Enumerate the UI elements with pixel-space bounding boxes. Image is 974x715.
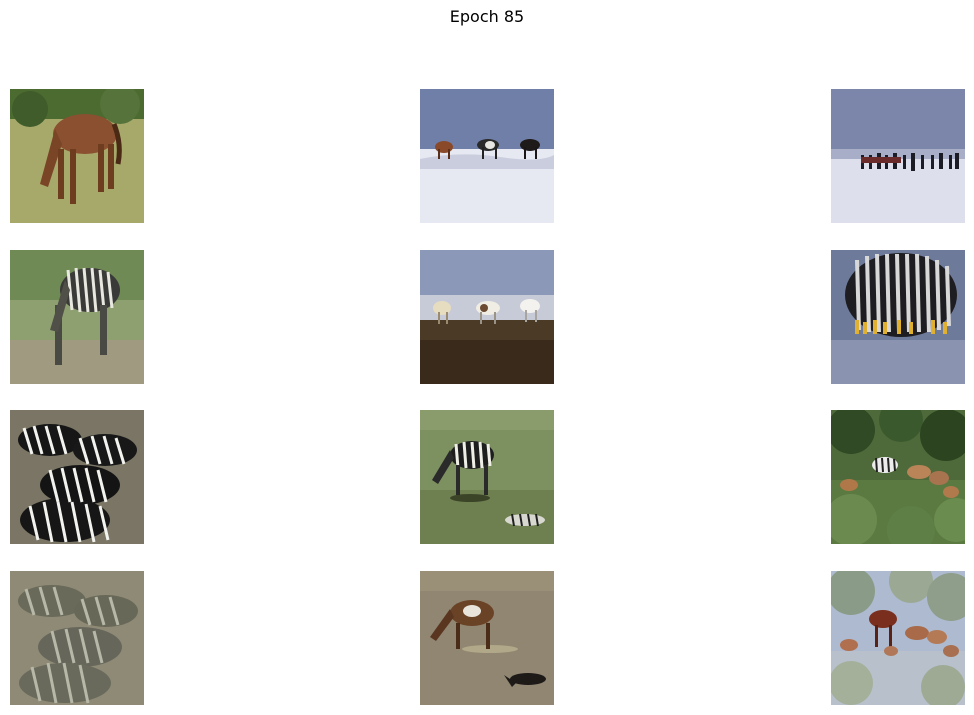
image-tile-r1-c2 <box>420 89 554 223</box>
figure-title: Epoch 85 <box>449 7 525 26</box>
image-tile-r2-c1 <box>10 250 144 384</box>
image-tile-r4-c3 <box>831 571 965 705</box>
image-tile-r2-c2 <box>420 250 554 384</box>
image-tile-r3-c1 <box>10 410 144 544</box>
image-tile-r4-c2 <box>420 571 554 705</box>
image-tile-r3-c3 <box>831 410 965 544</box>
image-tile-r2-c3 <box>831 250 965 384</box>
image-tile-r1-c3 <box>831 89 965 223</box>
image-tile-r1-c1 <box>10 89 144 223</box>
image-tile-r4-c1 <box>10 571 144 705</box>
image-tile-r3-c2 <box>420 410 554 544</box>
